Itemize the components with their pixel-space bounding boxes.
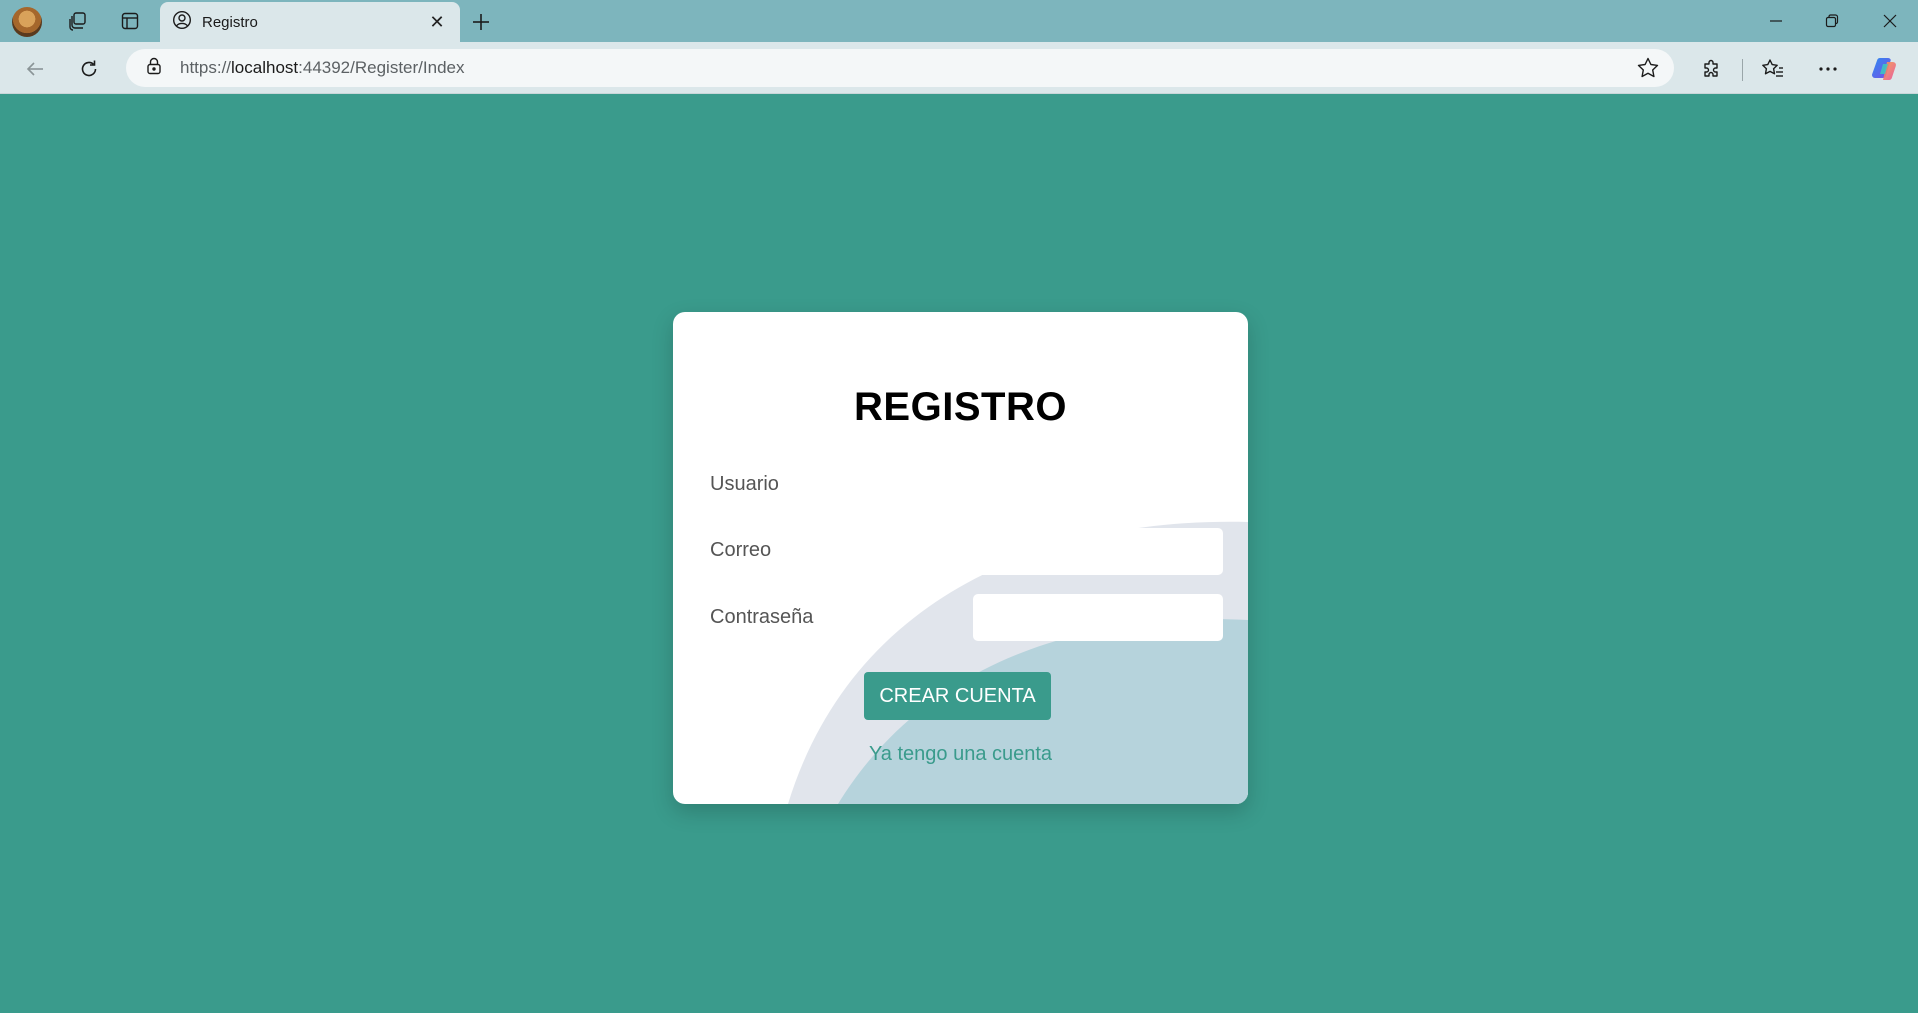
create-account-button[interactable]: CREAR CUENTA [864, 672, 1051, 720]
plus-icon[interactable] [466, 7, 496, 37]
username-label: Usuario [710, 473, 779, 495]
email-label: Correo [710, 539, 772, 561]
register-card: REGISTRO Usuario Correo Contraseña CREAR… [673, 312, 1248, 804]
refresh-icon[interactable] [72, 52, 106, 86]
star-icon[interactable] [1636, 56, 1660, 85]
browser-toolbar: https://localhost:44392/Register/Index [0, 42, 1918, 94]
close-icon[interactable]: ✕ [426, 12, 448, 33]
puzzle-icon[interactable] [1695, 52, 1729, 86]
email-input[interactable] [973, 528, 1223, 575]
user-circle-icon [172, 10, 192, 35]
favorites-icon[interactable] [1756, 52, 1790, 86]
address-bar[interactable]: https://localhost:44392/Register/Index [126, 49, 1674, 87]
lock-icon[interactable] [146, 57, 162, 80]
tab-actions-icon[interactable] [114, 5, 146, 37]
browser-titlebar: Registro ✕ [0, 0, 1918, 42]
login-link[interactable]: Ya tengo una cuenta [673, 743, 1248, 766]
window-close-icon[interactable] [1862, 0, 1918, 42]
tab-title: Registro [202, 13, 258, 31]
browser-tab-registro[interactable]: Registro ✕ [160, 2, 460, 42]
password-input[interactable] [973, 594, 1223, 641]
username-input[interactable] [973, 462, 1223, 509]
copilot-icon[interactable] [1868, 52, 1902, 86]
password-label: Contraseña [710, 606, 814, 628]
url-text[interactable]: https://localhost:44392/Register/Index [180, 58, 464, 78]
back-arrow-icon[interactable] [18, 52, 52, 86]
workspaces-icon[interactable] [62, 5, 94, 37]
minimize-icon[interactable] [1748, 0, 1804, 42]
restore-icon[interactable] [1804, 0, 1860, 42]
page-background: REGISTRO Usuario Correo Contraseña CREAR… [0, 94, 1918, 1013]
ellipsis-icon[interactable] [1811, 52, 1845, 86]
profile-avatar-icon[interactable] [12, 7, 42, 37]
page-title: REGISTRO [854, 385, 1067, 429]
toolbar-divider [1742, 59, 1743, 81]
